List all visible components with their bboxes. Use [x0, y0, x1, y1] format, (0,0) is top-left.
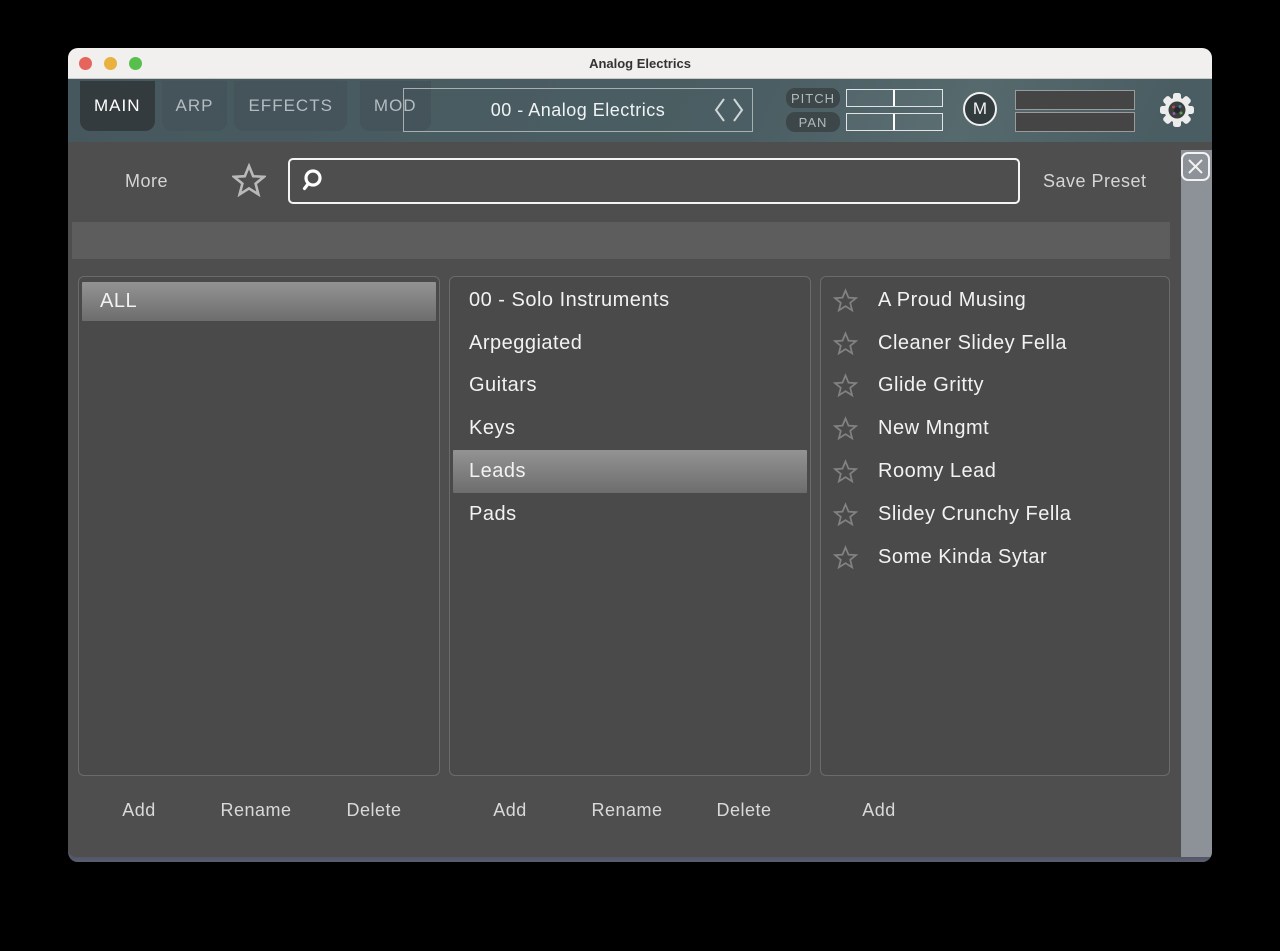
browser-close-button[interactable]: [1181, 152, 1210, 181]
category-rename-button[interactable]: Rename: [591, 800, 662, 821]
side-scroll-strip[interactable]: [1181, 150, 1212, 862]
favorite-star-icon[interactable]: [833, 288, 858, 313]
category-item-selected[interactable]: Leads: [453, 450, 807, 493]
category-item[interactable]: Guitars: [450, 365, 810, 408]
titlebar: Analog Electrics: [68, 48, 1212, 79]
plugin-window: Analog Electrics MAIN ARP EFFECTS MOD 00…: [68, 48, 1212, 862]
category-delete-button[interactable]: Delete: [716, 800, 771, 821]
preset-item-label: Some Kinda Sytar: [878, 546, 1047, 569]
meter-bar-bottom: [1015, 112, 1135, 132]
category-item[interactable]: Keys: [450, 407, 810, 450]
search-bar[interactable]: [288, 158, 1020, 204]
settings-gear-icon[interactable]: [1155, 88, 1199, 132]
pan-label: PAN: [786, 112, 840, 132]
search-icon: [298, 167, 326, 195]
preset-item-label: Glide Gritty: [878, 374, 984, 397]
bank-rename-button[interactable]: Rename: [220, 800, 291, 821]
save-preset-button[interactable]: Save Preset: [1043, 171, 1147, 192]
bank-delete-button[interactable]: Delete: [346, 800, 401, 821]
more-button[interactable]: More: [125, 171, 168, 192]
preset-item-label: New Mngmt: [878, 417, 989, 440]
favorite-star-icon[interactable]: [833, 502, 858, 527]
preset-item[interactable]: Some Kinda Sytar: [821, 536, 1169, 579]
presets-column: A Proud Musing Cleaner Slidey Fella Glid…: [820, 276, 1170, 776]
midi-button[interactable]: M: [963, 92, 997, 126]
preset-item-label: Slidey Crunchy Fella: [878, 503, 1071, 526]
category-add-button[interactable]: Add: [493, 800, 527, 821]
preset-item[interactable]: Slidey Crunchy Fella: [821, 493, 1169, 536]
preset-item[interactable]: New Mngmt: [821, 407, 1169, 450]
pan-slider[interactable]: [846, 113, 943, 131]
preset-item[interactable]: A Proud Musing: [821, 279, 1169, 322]
preset-item[interactable]: Cleaner Slidey Fella: [821, 322, 1169, 365]
pitch-slider-handle[interactable]: [893, 90, 895, 106]
preset-browser: More Save Preset ALL 00 - Solo Instrumen…: [68, 142, 1212, 857]
favorite-star-icon[interactable]: [833, 331, 858, 356]
favorite-star-icon[interactable]: [833, 545, 858, 570]
favorite-star-icon[interactable]: [833, 416, 858, 441]
pitch-slider[interactable]: [846, 89, 943, 107]
action-bar: Add Rename Delete Add Rename Delete Add: [68, 800, 1212, 828]
favorite-star-icon[interactable]: [833, 459, 858, 484]
preset-nav: [712, 95, 746, 125]
category-item[interactable]: Arpeggiated: [450, 322, 810, 365]
category-item[interactable]: 00 - Solo Instruments: [450, 279, 810, 322]
desktop: { "window_title": "Analog Electrics", "t…: [0, 0, 1280, 951]
output-meters: [1015, 90, 1135, 132]
bank-item-all[interactable]: ALL: [82, 282, 436, 321]
toolbar: MAIN ARP EFFECTS MOD 00 - Analog Electri…: [68, 79, 1212, 142]
meter-bar-top: [1015, 90, 1135, 110]
close-icon: [1186, 157, 1205, 176]
search-input[interactable]: [332, 170, 1018, 193]
pan-slider-handle[interactable]: [893, 114, 895, 130]
tab-arp[interactable]: ARP: [162, 81, 228, 131]
category-item[interactable]: Pads: [450, 493, 810, 536]
window-bottom-edge: [68, 857, 1212, 862]
preset-add-button[interactable]: Add: [862, 800, 896, 821]
preset-name: 00 - Analog Electrics: [491, 100, 666, 121]
preset-item[interactable]: Glide Gritty: [821, 365, 1169, 408]
preset-display[interactable]: 00 - Analog Electrics: [403, 88, 753, 132]
tab-effects[interactable]: EFFECTS: [234, 81, 346, 131]
window-title: Analog Electrics: [68, 48, 1212, 79]
next-preset-icon[interactable]: [730, 95, 746, 125]
preset-item-label: Cleaner Slidey Fella: [878, 332, 1067, 355]
tab-main[interactable]: MAIN: [80, 81, 155, 131]
banks-column: ALL: [78, 276, 440, 776]
bank-add-button[interactable]: Add: [122, 800, 156, 821]
favorite-star-icon[interactable]: [833, 373, 858, 398]
pitch-label: PITCH: [786, 88, 840, 108]
preset-item[interactable]: Roomy Lead: [821, 450, 1169, 493]
preset-item-label: Roomy Lead: [878, 460, 996, 483]
preset-item-label: A Proud Musing: [878, 289, 1026, 312]
tag-bar: [72, 222, 1170, 259]
prev-preset-icon[interactable]: [712, 95, 728, 125]
categories-column: 00 - Solo Instruments Arpeggiated Guitar…: [449, 276, 811, 776]
tab-bar: MAIN ARP EFFECTS MOD: [80, 81, 431, 131]
favorites-star-icon[interactable]: [232, 163, 266, 199]
